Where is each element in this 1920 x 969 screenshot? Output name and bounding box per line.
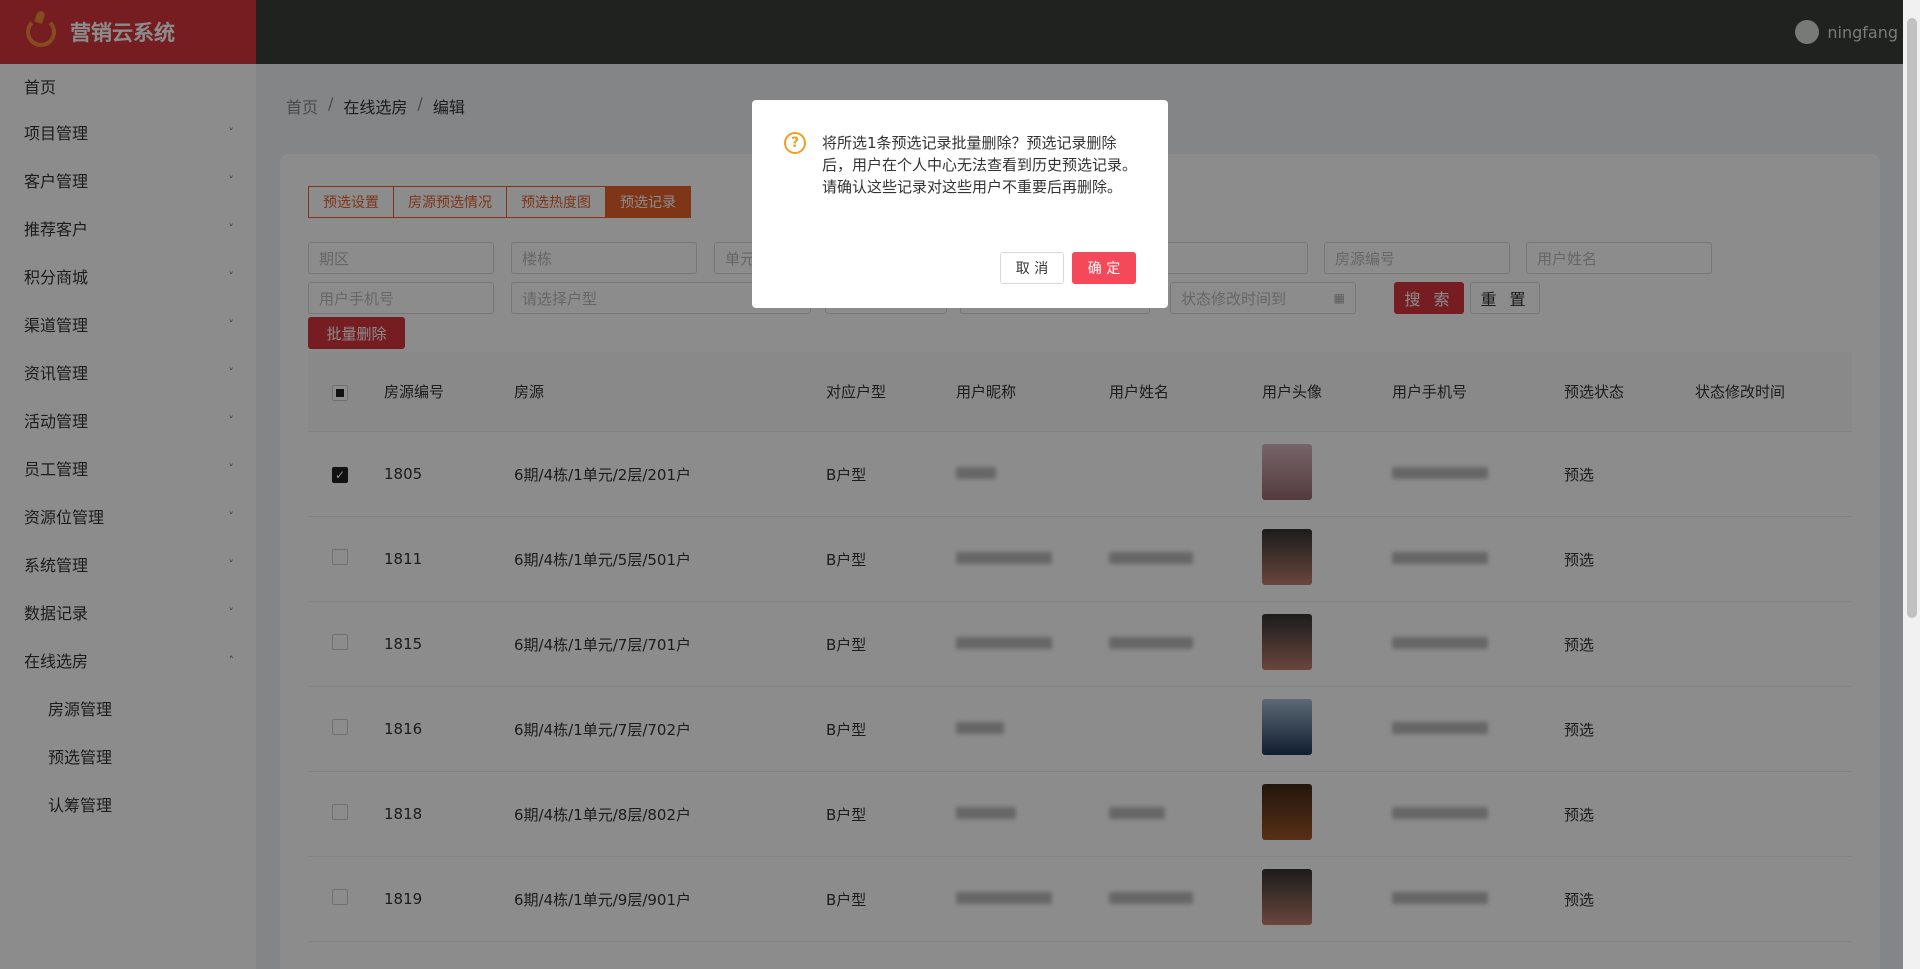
confirm-dialog: ? 将所选1条预选记录批量删除？预选记录删除后，用户在个人中心无法查看到历史预选…	[752, 100, 1168, 308]
question-icon: ?	[784, 132, 806, 154]
scrollbar-thumb[interactable]	[1907, 18, 1917, 618]
confirm-button[interactable]: 确 定	[1072, 252, 1136, 284]
dialog-message: 将所选1条预选记录批量删除？预选记录删除后，用户在个人中心无法查看到历史预选记录…	[822, 134, 1138, 196]
page-scrollbar[interactable]	[1903, 0, 1920, 969]
cancel-button[interactable]: 取 消	[1000, 252, 1064, 284]
